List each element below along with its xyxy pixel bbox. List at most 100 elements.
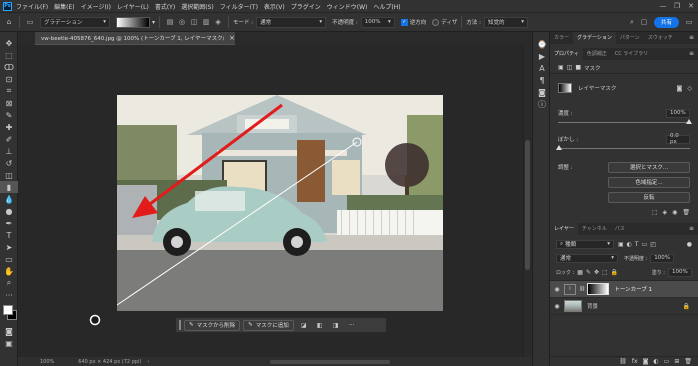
new-adjustment-icon[interactable]: ◐ xyxy=(653,358,658,365)
home-icon[interactable]: ⌂ xyxy=(3,16,15,28)
load-selection-icon[interactable]: ⬚ xyxy=(652,209,658,216)
feather-field[interactable]: 0.0 px xyxy=(666,133,690,145)
minimize-button[interactable]: — xyxy=(656,2,670,10)
delete-layer-icon[interactable]: 🗑 xyxy=(684,358,692,365)
menu-item[interactable]: 編集(E) xyxy=(54,2,74,11)
screen-mode-icon[interactable]: ▣ xyxy=(0,337,18,349)
menu-item[interactable]: プラグイン xyxy=(291,2,321,11)
apply-mask-icon[interactable]: ◈ xyxy=(663,209,668,216)
lock-artboard-icon[interactable]: ⬚ xyxy=(602,269,608,276)
blend-mode-dropdown[interactable]: 通常 ▾ xyxy=(556,253,618,263)
mask-option-icon[interactable]: ◪ xyxy=(297,320,311,331)
invert-button[interactable]: 反転 xyxy=(608,191,690,203)
mask-icon[interactable]: ■ xyxy=(575,64,581,71)
mode-dropdown[interactable]: 通常 ▾ xyxy=(256,16,327,28)
horizontal-scroll-thumb[interactable] xyxy=(270,360,390,364)
new-group-icon[interactable]: ▭ xyxy=(664,358,670,365)
angle-gradient-icon[interactable]: ◫ xyxy=(188,16,200,28)
method-dropdown[interactable]: 知覚的 ▾ xyxy=(483,16,528,28)
panel-toggle-icon[interactable]: ▭ xyxy=(683,16,695,28)
search-icon[interactable]: ⌕ xyxy=(626,16,638,28)
dodge-tool-icon[interactable]: ● xyxy=(0,205,18,217)
dither-checkbox[interactable]: ディザ xyxy=(432,18,457,26)
color-panel-tab[interactable]: パターン xyxy=(616,32,644,44)
glyphs-panel-icon[interactable]: ◙ xyxy=(533,86,551,98)
crop-tool-icon[interactable]: ⌗ xyxy=(0,85,18,97)
filter-adjust-icon[interactable]: ◐ xyxy=(627,241,632,248)
type-tool-icon[interactable]: T xyxy=(0,229,18,241)
tool-preset-icon[interactable]: ▭ xyxy=(24,16,36,28)
layer-thumbnail[interactable] xyxy=(564,300,582,312)
layer-mask-thumbnail[interactable] xyxy=(587,283,610,295)
delete-icon[interactable]: 🗑 xyxy=(682,209,690,216)
menu-item[interactable]: 表示(V) xyxy=(264,2,285,11)
lock-image-icon[interactable]: ✎ xyxy=(586,269,591,276)
chain-icon[interactable]: ⛓ xyxy=(579,286,585,292)
document-image[interactable] xyxy=(117,95,443,311)
lock-all-icon[interactable]: 🔒 xyxy=(611,269,618,276)
properties-panel-tab[interactable]: CC ライブラリ xyxy=(611,48,653,60)
eraser-tool-icon[interactable]: ◫ xyxy=(0,169,18,181)
hand-tool-icon[interactable]: ✋ xyxy=(0,265,18,277)
close-window-button[interactable]: ✕ xyxy=(684,2,698,10)
artboard-tool-icon[interactable]: ⬚ xyxy=(0,49,18,61)
chevron-right-icon[interactable]: › xyxy=(147,359,149,365)
history-panel-icon[interactable]: ⌚ xyxy=(533,38,551,50)
color-swatches[interactable] xyxy=(0,303,17,325)
select-and-mask-button[interactable]: 選択とマスク... xyxy=(608,161,690,173)
gradient-preset-dropdown[interactable]: グラデーション ▾ xyxy=(40,16,110,28)
add-to-mask-button[interactable]: ✎ マスクに追加 xyxy=(243,319,294,331)
actions-panel-icon[interactable]: ▶ xyxy=(533,50,551,62)
restore-button[interactable]: ❐ xyxy=(670,2,684,10)
eyedropper-tool-icon[interactable]: ✎ xyxy=(0,109,18,121)
path-select-tool-icon[interactable]: ➤ xyxy=(0,241,18,253)
density-slider[interactable] xyxy=(558,119,692,124)
menu-item[interactable]: フィルター(T) xyxy=(220,2,258,11)
filter-shape-icon[interactable]: ▭ xyxy=(642,241,648,248)
radial-gradient-icon[interactable]: ◎ xyxy=(176,16,188,28)
eye-icon[interactable]: ◉ xyxy=(550,303,564,310)
menu-item[interactable]: イメージ(I) xyxy=(81,2,111,11)
menu-item[interactable]: ウィンドウ(W) xyxy=(327,2,368,11)
linear-gradient-icon[interactable]: ▤ xyxy=(164,16,176,28)
filter-pixel-icon[interactable]: ▣ xyxy=(618,241,624,248)
more-tools-icon[interactable]: ··· xyxy=(0,289,18,301)
visibility-icon[interactable]: ◉ xyxy=(672,209,677,216)
menu-item[interactable]: ヘルプ(H) xyxy=(373,2,400,11)
lasso-tool-icon[interactable]: ↀ xyxy=(0,61,18,73)
lock-position-icon[interactable]: ✥ xyxy=(594,269,599,276)
density-field[interactable]: 100% xyxy=(666,108,690,118)
fill-field[interactable]: 100% xyxy=(668,267,692,277)
info-panel-icon[interactable]: ⓘ xyxy=(533,98,551,110)
gradient-swatch[interactable] xyxy=(116,16,150,28)
pixel-mask-icon[interactable]: ▣ xyxy=(558,64,564,71)
brush-tool-icon[interactable]: ✐ xyxy=(0,133,18,145)
reverse-checkbox[interactable]: ✓ 逆方向 xyxy=(400,18,426,26)
vertical-scroll-thumb[interactable] xyxy=(525,140,530,270)
blur-tool-icon[interactable]: 💧 xyxy=(0,193,18,205)
filter-type-icon[interactable]: T xyxy=(635,241,639,248)
new-layer-icon[interactable]: ⊞ xyxy=(674,358,679,365)
close-tab-icon[interactable]: × xyxy=(229,34,235,42)
pen-tool-icon[interactable]: ✒ xyxy=(0,217,18,229)
mask-thumbnail[interactable] xyxy=(558,83,572,93)
clone-stamp-icon[interactable]: ⊥ xyxy=(0,145,18,157)
eye-icon[interactable]: ◉ xyxy=(550,286,564,293)
gradient-start-handle[interactable] xyxy=(88,313,102,327)
panel-menu-icon[interactable]: ≡ xyxy=(689,32,698,44)
opacity-field[interactable]: 100% ▾ xyxy=(360,16,395,28)
zoom-level[interactable]: 100% xyxy=(40,359,54,365)
lock-transparent-icon[interactable]: ▦ xyxy=(577,269,583,276)
vector-mask-icon[interactable]: ◫ xyxy=(567,64,573,71)
panel-menu-icon[interactable]: ≡ xyxy=(689,48,698,60)
rectangle-tool-icon[interactable]: ▭ xyxy=(0,253,18,265)
layer-row-curves[interactable]: ◉ ⌇ ⛓ トーンカーブ 1 xyxy=(550,281,698,298)
more-options-icon[interactable]: ··· xyxy=(345,320,359,331)
layers-panel-tab[interactable]: チャンネル xyxy=(578,223,611,235)
color-range-button[interactable]: 色域指定... xyxy=(608,176,690,188)
share-button[interactable]: 共有 xyxy=(653,16,679,28)
healing-brush-icon[interactable]: ✚ xyxy=(0,121,18,133)
feather-slider[interactable] xyxy=(556,145,690,150)
color-panel-tab[interactable]: スウォッチ xyxy=(644,32,677,44)
paragraph-panel-icon[interactable]: ¶ xyxy=(533,74,551,86)
